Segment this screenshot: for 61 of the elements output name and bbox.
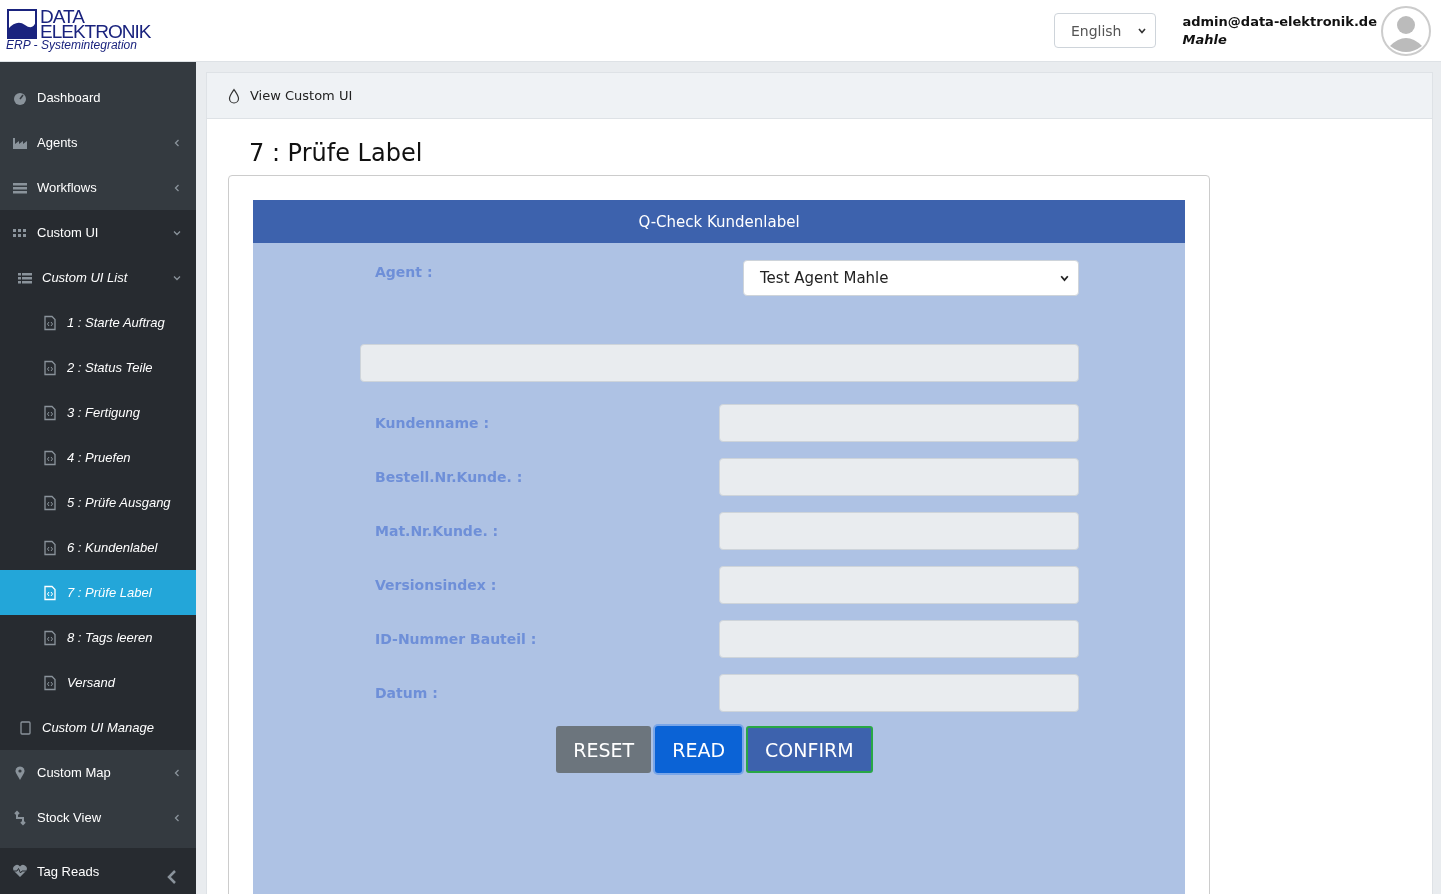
chevron-left-icon <box>172 137 182 148</box>
action-button[interactable]: RESET <box>556 726 652 773</box>
input-field[interactable] <box>719 404 1079 442</box>
chevron-left-icon <box>172 182 182 193</box>
field-label: Mat.Nr.Kunde. : <box>374 522 499 539</box>
agent-select[interactable]: Test Agent Mahle <box>743 260 1079 296</box>
avatar-icon[interactable] <box>1381 5 1431 56</box>
company-logo: DATA ELEKTRONIK ERP - Systemintegration <box>6 9 151 52</box>
sidebar-item[interactable]: Workflows <box>0 165 196 210</box>
droplet-icon <box>228 87 240 104</box>
sidebar-item[interactable]: Dashboard <box>0 75 196 120</box>
sidebar-item[interactable]: Custom UI <box>0 210 196 255</box>
code-file-icon <box>42 404 58 421</box>
sidebar-item[interactable]: 4 : Pruefen <box>0 435 196 480</box>
input-field[interactable] <box>719 674 1079 712</box>
sidebar-item[interactable]: 1 : Starte Auftrag <box>0 300 196 345</box>
sidebar-item[interactable]: Versand <box>0 660 196 705</box>
page-title: 7 : Prüfe Label <box>249 139 424 167</box>
heartbeat-icon <box>12 863 28 879</box>
sidebar-item[interactable]: Agents <box>0 120 196 165</box>
input-field[interactable] <box>719 620 1079 658</box>
input-field[interactable] <box>719 458 1079 496</box>
field-label: Agent : <box>374 263 433 280</box>
field-label: Datum : <box>374 684 438 701</box>
language-select[interactable]: English <box>1053 13 1157 48</box>
code-file-icon <box>42 629 58 646</box>
chevron-left-icon <box>172 812 182 823</box>
code-file-icon <box>42 494 58 511</box>
collapse-sidebar-icon[interactable] <box>166 869 178 885</box>
sidebar-item[interactable]: 6 : Kundenlabel <box>0 525 196 570</box>
sidebar-item[interactable]: 8 : Tags leeren <box>0 615 196 660</box>
field-label: ID-Nummer Bauteil : <box>374 630 537 647</box>
panel-header: Q-Check Kundenlabel <box>253 200 1185 243</box>
action-button[interactable]: READ <box>655 726 743 773</box>
tablet-icon <box>17 719 33 736</box>
sidebar-item[interactable]: 3 : Fertigung <box>0 390 196 435</box>
sidebar-item[interactable]: 5 : Prüfe Ausgang <box>0 480 196 525</box>
sidebar-item[interactable]: Custom UI List <box>0 255 196 300</box>
sidebar-item[interactable]: 2 : Status Teile <box>0 345 196 390</box>
user-company: Mahle <box>1182 32 1228 47</box>
field-label: Versionsindex : <box>374 576 497 593</box>
chevron-left-icon <box>172 767 182 778</box>
field-label: Bestell.Nr.Kunde. : <box>374 468 523 485</box>
action-button[interactable]: CONFIRM <box>746 726 873 773</box>
swap-icon <box>12 809 28 826</box>
field-label: Kundenname : <box>374 414 489 431</box>
code-file-icon <box>42 539 58 556</box>
sidebar-item[interactable]: Custom Map <box>0 750 196 795</box>
logo-wave-icon <box>6 9 38 39</box>
code-file-icon <box>42 584 58 601</box>
user-email: admin@data-elektronik.de <box>1182 14 1377 29</box>
sidebar-item[interactable]: Stock View <box>0 795 196 840</box>
input-field[interactable] <box>719 512 1079 550</box>
code-file-icon <box>42 359 58 376</box>
input-field[interactable] <box>360 344 1079 382</box>
sidebar-item[interactable]: Custom UI Manage <box>0 705 196 750</box>
code-file-icon <box>42 314 58 331</box>
code-file-icon <box>42 449 58 466</box>
breadcrumb-text: View Custom UI <box>250 88 353 103</box>
input-field[interactable] <box>719 566 1079 604</box>
code-file-icon <box>42 674 58 691</box>
